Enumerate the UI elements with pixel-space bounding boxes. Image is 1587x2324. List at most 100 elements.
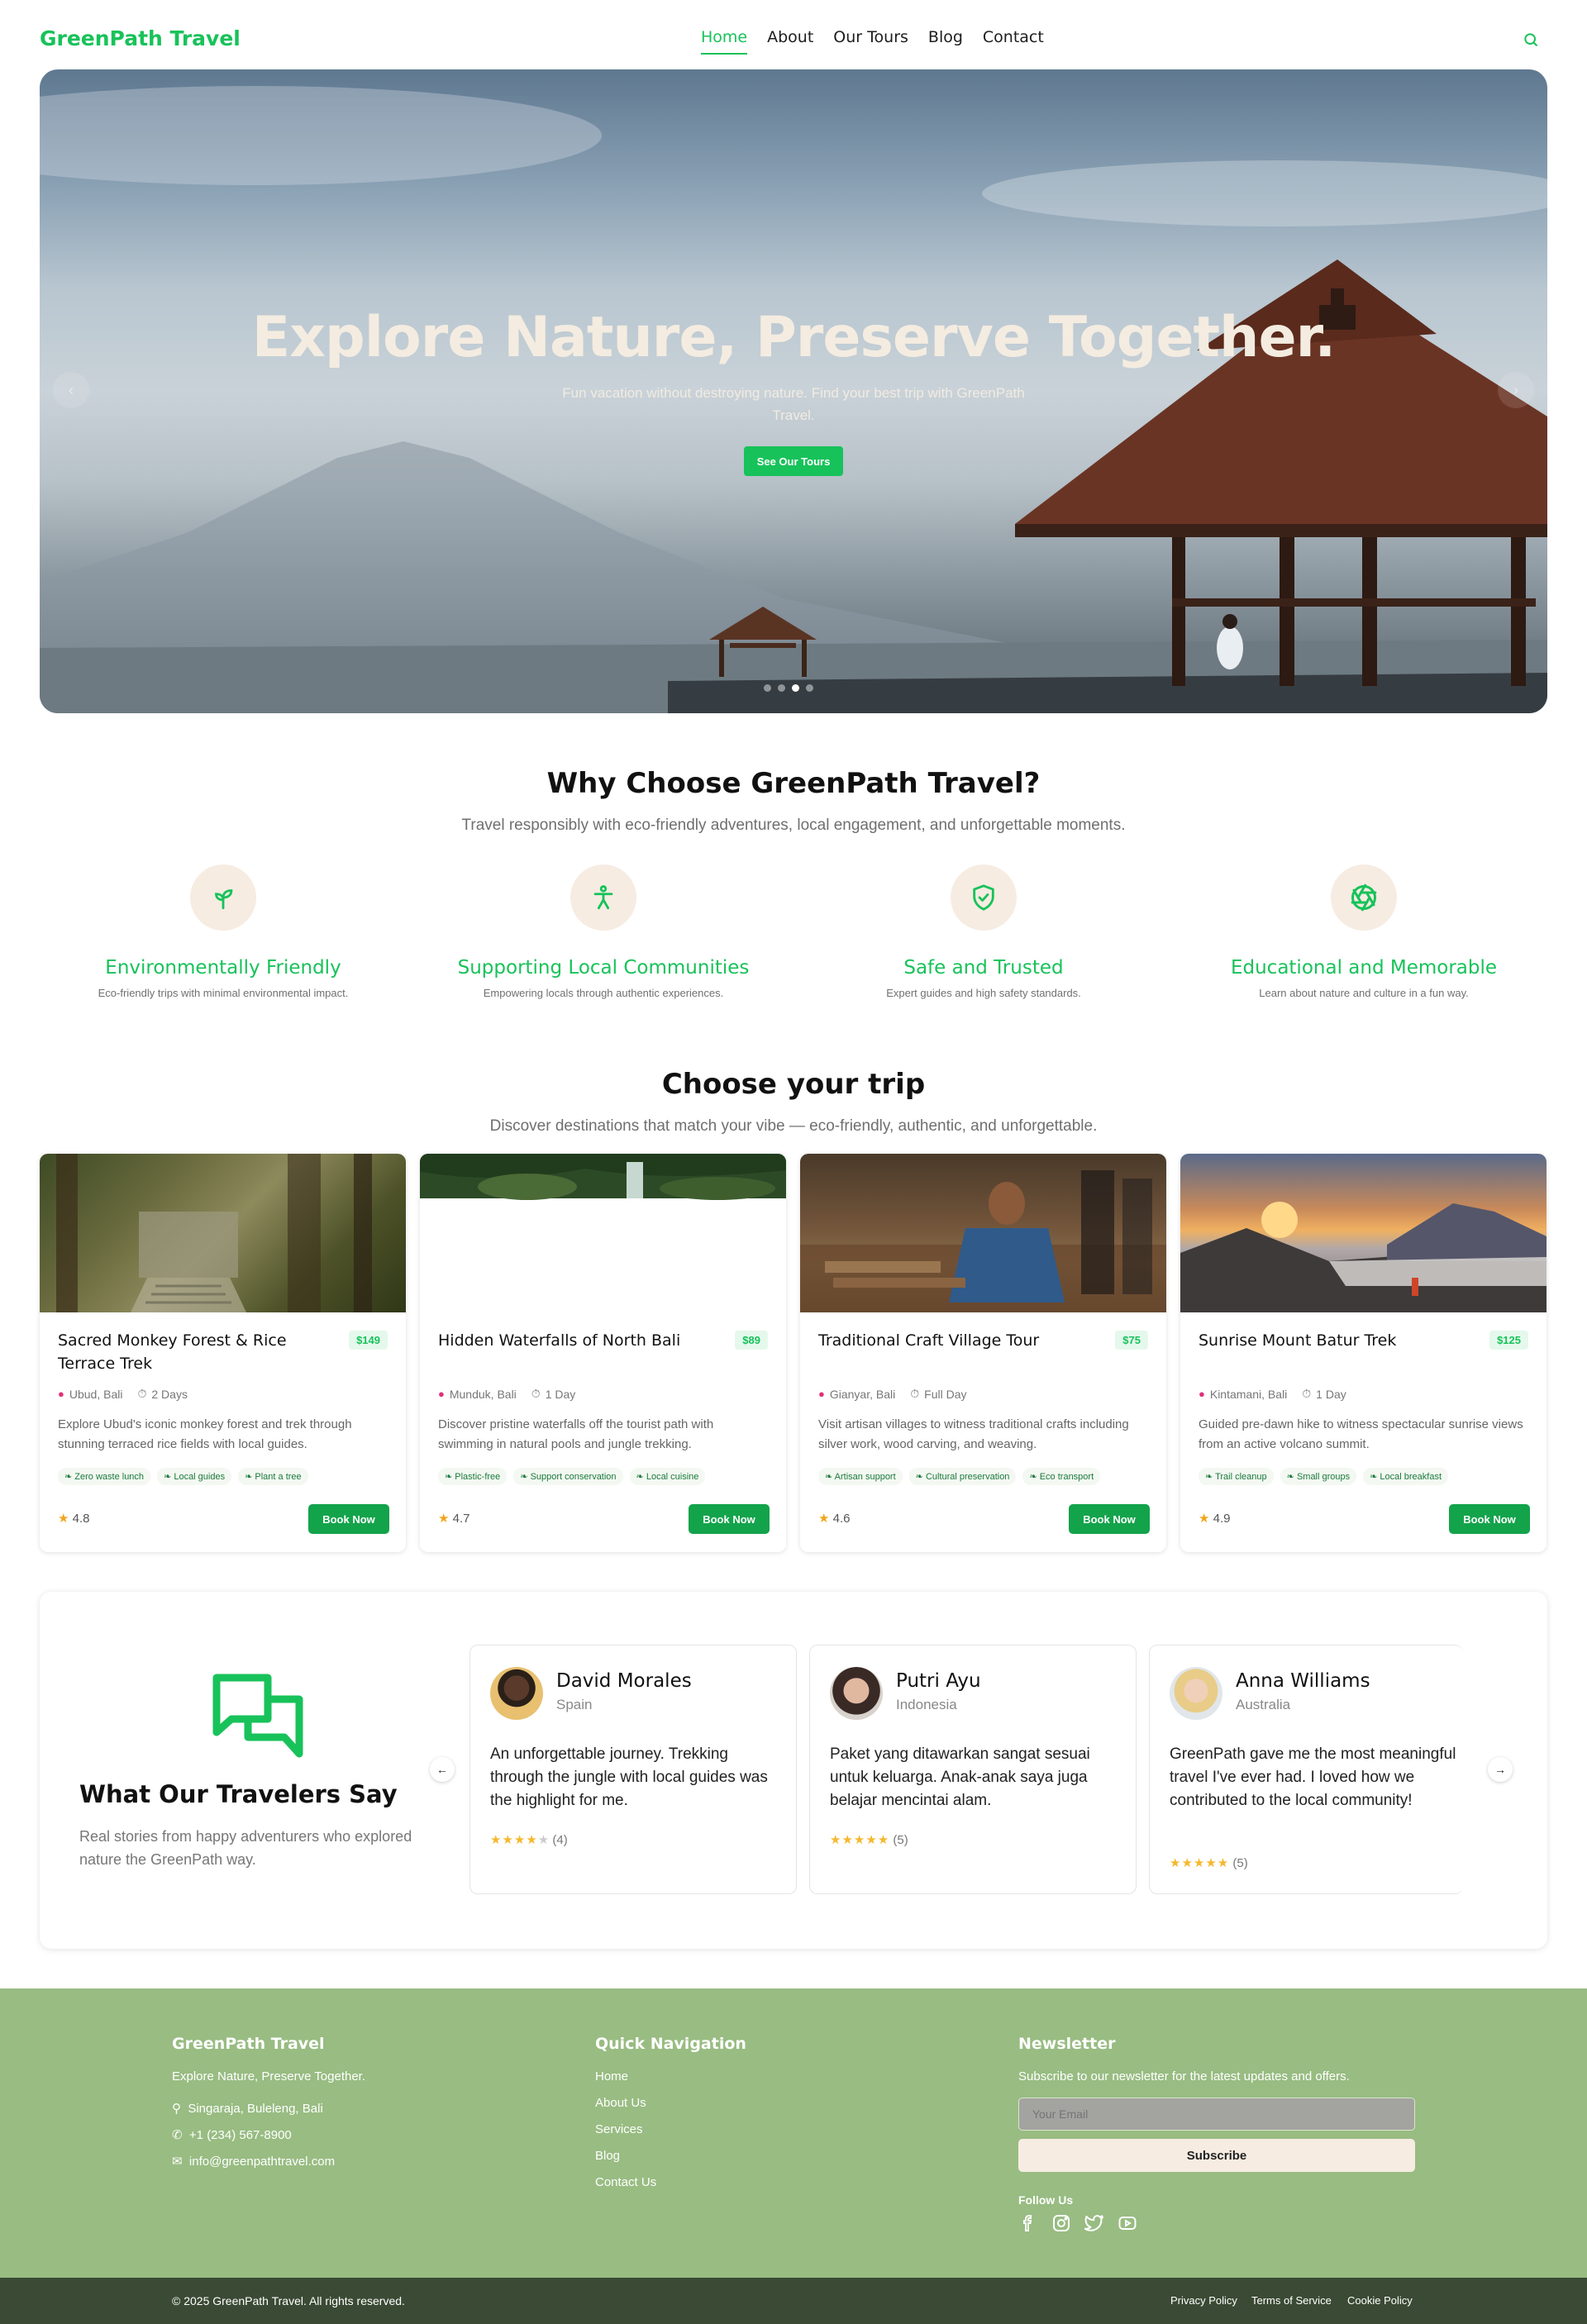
- leaf-icon: ❧: [825, 1472, 835, 1482]
- why-title: Why Choose GreenPath Travel?: [546, 767, 1041, 800]
- trip-card[interactable]: Traditional Craft Village Tour $75 ● Gia…: [800, 1154, 1166, 1552]
- location-pin-icon: ●: [1199, 1388, 1205, 1400]
- book-now-button[interactable]: Book Now: [1449, 1504, 1530, 1534]
- twitter-icon[interactable]: [1084, 2213, 1104, 2233]
- facebook-icon[interactable]: [1018, 2213, 1038, 2233]
- trip-desc: Guided pre-dawn hike to witness spectacu…: [1199, 1417, 1523, 1451]
- trip-location: Kintamani, Bali: [1209, 1387, 1288, 1401]
- trip-tags: ❧ Artisan support ❧ Cultural preservatio…: [818, 1468, 1101, 1485]
- nav-our-tours[interactable]: Our Tours: [833, 28, 908, 55]
- see-our-tours-button[interactable]: See Our Tours: [744, 446, 843, 476]
- book-now-button[interactable]: Book Now: [689, 1504, 770, 1534]
- hero-title: Explore Nature, Preserve Together.: [251, 305, 1337, 370]
- trip-tag: ❧ Local breakfast: [1363, 1468, 1449, 1485]
- trip-title[interactable]: Traditional Craft Village Tour: [818, 1329, 1083, 1352]
- footer: GreenPath Travel Explore Nature, Preserv…: [0, 1988, 1587, 2278]
- newsletter-email-input[interactable]: [1018, 2098, 1415, 2131]
- testimonials-title: What Our Travelers Say: [79, 1780, 398, 1808]
- trip-price: $125: [1489, 1331, 1528, 1350]
- slider-dot[interactable]: [806, 684, 813, 692]
- slider-dot-active[interactable]: [792, 684, 799, 692]
- trip-tag: ❧ Plant a tree: [238, 1468, 308, 1485]
- nav-home[interactable]: Home: [701, 28, 748, 55]
- slider-dot[interactable]: [778, 684, 785, 692]
- logo[interactable]: GreenPath Travel: [40, 26, 241, 50]
- footer-tagline: Explore Nature, Preserve Together.: [172, 2069, 366, 2084]
- footer-link-blog[interactable]: Blog: [595, 2149, 620, 2163]
- trip-image: [1180, 1154, 1546, 1312]
- review-quote: Paket yang ditawarkan sangat sesuai untu…: [830, 1745, 1090, 1809]
- hero-slider: Explore Nature, Preserve Together. Fun v…: [40, 69, 1547, 713]
- nav-about[interactable]: About: [767, 28, 813, 55]
- leaf-icon: ❧: [445, 1472, 455, 1482]
- footer-email[interactable]: ✉ info@greenpathtravel.com: [172, 2154, 335, 2169]
- location-pin-icon: ●: [58, 1388, 64, 1400]
- nav-blog[interactable]: Blog: [928, 28, 963, 55]
- trip-price: $75: [1115, 1331, 1148, 1350]
- feature-icon-wrap: [570, 864, 636, 931]
- footer-brand: GreenPath Travel: [172, 2035, 325, 2053]
- aperture-icon: [1351, 883, 1377, 912]
- trip-tag: ❧ Zero waste lunch: [58, 1468, 151, 1485]
- trip-card[interactable]: Sacred Monkey Forest & Rice Terrace Trek…: [40, 1154, 406, 1552]
- trip-tags: ❧ Trail cleanup ❧ Small groups ❧ Local b…: [1199, 1468, 1449, 1485]
- trip-card[interactable]: Sunrise Mount Batur Trek $125 ● Kintaman…: [1180, 1154, 1546, 1552]
- trip-meta: ● Munduk, Bali ⏱ 1 Day: [438, 1387, 575, 1401]
- trip-tag: ❧ Support conservation: [513, 1468, 623, 1485]
- star-icon: ★: [1199, 1512, 1210, 1526]
- footer-phone[interactable]: ✆ +1 (234) 567-8900: [172, 2127, 292, 2142]
- leaf-icon: ❧: [1029, 1472, 1040, 1482]
- nav-contact[interactable]: Contact: [983, 28, 1044, 55]
- trip-rating: ★ 4.8: [58, 1512, 90, 1526]
- star-empty-icon: ★: [537, 1833, 550, 1847]
- footer-link-home[interactable]: Home: [595, 2069, 628, 2084]
- chat-bubbles-icon: [212, 1674, 303, 1758]
- slider-dot[interactable]: [764, 684, 771, 692]
- trip-title[interactable]: Sunrise Mount Batur Trek: [1199, 1329, 1463, 1352]
- trip-rating: ★ 4.6: [818, 1512, 851, 1526]
- book-now-button[interactable]: Book Now: [308, 1504, 389, 1534]
- why-subtitle: Travel responsibly with eco-friendly adv…: [461, 817, 1126, 834]
- testimonial-card: Anna Williams Australia GreenPath gave m…: [1149, 1645, 1463, 1894]
- clock-icon: ⏱: [1302, 1387, 1312, 1400]
- trip-duration: 1 Day: [1316, 1387, 1346, 1401]
- review-stars: ★★★★★ (4): [490, 1833, 568, 1847]
- arrow-left-icon: ←: [436, 1763, 448, 1776]
- feature-title: Supporting Local Communities: [457, 957, 750, 979]
- footer-link-contact[interactable]: Contact Us: [595, 2175, 656, 2189]
- search-icon[interactable]: [1523, 31, 1539, 48]
- youtube-icon[interactable]: [1118, 2213, 1137, 2233]
- waterfall-illustration: [420, 1154, 786, 1200]
- testimonial-prev-button[interactable]: ←: [430, 1757, 455, 1782]
- leaf-icon: ❧: [164, 1472, 174, 1482]
- testimonial-card: David Morales Spain An unforgettable jou…: [469, 1645, 797, 1894]
- trip-duration: 2 Days: [151, 1387, 188, 1401]
- terms-of-service-link[interactable]: Terms of Service: [1251, 2294, 1332, 2307]
- feature-desc: Eco-friendly trips with minimal environm…: [98, 987, 349, 999]
- feature-icon-wrap: [190, 864, 256, 931]
- book-now-button[interactable]: Book Now: [1069, 1504, 1150, 1534]
- instagram-icon[interactable]: [1051, 2213, 1071, 2233]
- trip-price: $89: [735, 1331, 768, 1350]
- star-icon: ★: [438, 1512, 450, 1526]
- footer-link-services[interactable]: Services: [595, 2122, 643, 2136]
- trip-title[interactable]: Sacred Monkey Forest & Rice Terrace Trek: [58, 1329, 322, 1375]
- trip-desc: Explore Ubud's iconic monkey forest and …: [58, 1417, 352, 1451]
- trip-card[interactable]: Hidden Waterfalls of North Bali $89 ● Mu…: [420, 1154, 786, 1552]
- trip-tag: ❧ Artisan support: [818, 1468, 903, 1485]
- reviewer-name: Anna Williams: [1236, 1670, 1370, 1692]
- trip-meta: ● Kintamani, Bali ⏱ 1 Day: [1199, 1387, 1346, 1401]
- reviewer-country: Spain: [556, 1697, 593, 1712]
- footer-link-about[interactable]: About Us: [595, 2096, 646, 2110]
- trip-title[interactable]: Hidden Waterfalls of North Bali: [438, 1329, 703, 1352]
- feature-desc: Empowering locals through authentic expe…: [483, 987, 724, 999]
- trips-title: Choose your trip: [661, 1068, 926, 1101]
- slider-next-button[interactable]: ›: [1498, 372, 1534, 408]
- testimonial-next-button[interactable]: →: [1488, 1757, 1513, 1782]
- privacy-policy-link[interactable]: Privacy Policy: [1170, 2294, 1237, 2307]
- subscribe-button[interactable]: Subscribe: [1018, 2139, 1415, 2172]
- slider-prev-button[interactable]: ‹: [53, 372, 89, 408]
- chevron-left-icon: ‹: [69, 382, 74, 398]
- cookie-policy-link[interactable]: Cookie Policy: [1347, 2294, 1413, 2307]
- reviewer-country: Indonesia: [896, 1697, 957, 1712]
